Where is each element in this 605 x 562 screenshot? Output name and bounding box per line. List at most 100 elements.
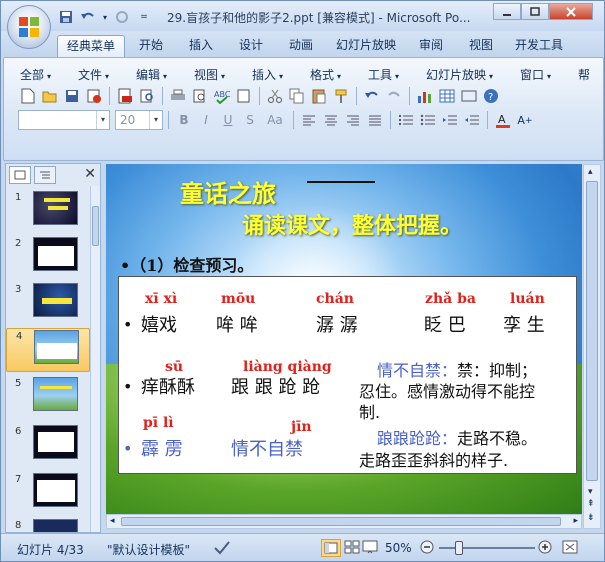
slide-thumbnail[interactable]: 1 [6, 190, 90, 234]
redo-tb-icon[interactable] [384, 86, 404, 106]
minimize-button[interactable] [493, 3, 521, 20]
tab-view[interactable]: 视图 [461, 35, 501, 57]
help-icon[interactable]: ? [481, 86, 501, 106]
zoom-level[interactable]: 50% [385, 541, 412, 555]
change-case-icon[interactable]: Aa [262, 110, 288, 130]
word: 眨 巴 [424, 315, 466, 336]
spell-check-icon[interactable] [213, 539, 231, 558]
tab-developer[interactable]: 开发工具 [509, 35, 569, 57]
font-color-icon[interactable]: A [493, 110, 513, 130]
justify-icon[interactable] [365, 110, 385, 130]
undo-dropdown-icon[interactable]: ▾ [101, 8, 109, 26]
menu-all[interactable]: 全部 ▾ [20, 66, 51, 83]
menu-format[interactable]: 格式 ▾ [310, 66, 341, 83]
align-left-icon[interactable] [299, 110, 319, 130]
normal-view-icon[interactable] [321, 539, 341, 557]
scroll-right-icon[interactable]: ▸ [573, 516, 578, 526]
menu-edit[interactable]: 编辑 ▾ [136, 66, 167, 83]
zoom-slider-thumb[interactable] [455, 541, 463, 555]
copy-icon[interactable] [287, 86, 307, 106]
spelling-icon[interactable]: ABC [212, 86, 232, 106]
zoom-slider-track[interactable] [439, 547, 535, 549]
italic-icon[interactable]: I [196, 110, 216, 130]
menu-view[interactable]: 视图 ▾ [194, 66, 225, 83]
vertical-scrollbar[interactable]: ▴ ▾ ⇞ ⇟ [583, 164, 601, 529]
scroll-thumb[interactable] [121, 517, 561, 526]
chart-icon[interactable] [415, 86, 435, 106]
tab-review[interactable]: 审阅 [411, 35, 451, 57]
slides-pane-scrollbar[interactable] [90, 186, 100, 532]
horizontal-scrollbar[interactable]: ◂ ▸ [106, 514, 582, 529]
slide-thumbnail[interactable]: 6 [6, 424, 90, 468]
print-preview-icon[interactable] [137, 86, 157, 106]
slide-canvas[interactable]: 童话之旅 诵读课文，整体把握。 •（1）检查预习。 xī xì mōu chán… [106, 164, 582, 514]
undo-tb-icon[interactable] [362, 86, 382, 106]
shadow-icon[interactable]: S [240, 110, 260, 130]
menu-tools[interactable]: 工具 ▾ [368, 66, 399, 83]
tab-home[interactable]: 开始 [131, 35, 171, 57]
menu-slideshow[interactable]: 幻灯片放映 ▾ [426, 66, 493, 83]
save-file-icon[interactable] [62, 86, 82, 106]
slide-thumbnail[interactable]: 8 [6, 518, 90, 532]
tab-insert[interactable]: 插入 [181, 35, 221, 57]
close-icon[interactable]: ✕ [84, 166, 96, 182]
increase-font-icon[interactable]: A + [515, 110, 535, 130]
slide-sorter-icon[interactable] [343, 539, 361, 558]
scroll-down-icon[interactable]: ▾ [588, 487, 593, 497]
bold-icon[interactable]: B [174, 110, 194, 130]
pdf-icon[interactable] [115, 86, 135, 106]
format-painter-icon[interactable] [331, 86, 351, 106]
office-button[interactable] [7, 5, 51, 49]
print-icon[interactable] [168, 86, 188, 106]
tab-design[interactable]: 设计 [231, 35, 271, 57]
fit-to-window-icon[interactable] [561, 539, 579, 558]
menu-file[interactable]: 文件 ▾ [78, 66, 109, 83]
menu-help[interactable]: 帮 [578, 66, 590, 83]
paste-icon[interactable] [309, 86, 329, 106]
redo-icon[interactable] [113, 8, 131, 26]
menu-window[interactable]: 窗口 ▾ [520, 66, 551, 83]
slide-thumbnail[interactable]: 3 [6, 282, 90, 326]
tab-animation[interactable]: 动画 [281, 35, 321, 57]
underline-icon[interactable]: U [218, 110, 238, 130]
restore-button[interactable] [521, 3, 549, 20]
save-icon[interactable] [57, 8, 75, 26]
align-right-icon[interactable] [343, 110, 363, 130]
tab-classic-menu[interactable]: 经典菜单 [57, 35, 125, 57]
next-slide-icon[interactable]: ⇟ [587, 513, 595, 523]
menu-insert[interactable]: 插入 ▾ [252, 66, 283, 83]
outdent-icon[interactable] [462, 110, 482, 130]
slide-thumbnail[interactable]: 2 [6, 236, 90, 280]
slideshow-view-icon[interactable] [361, 539, 379, 558]
slides-tab-icon[interactable] [9, 166, 31, 184]
undo-icon[interactable] [79, 8, 97, 26]
table-icon[interactable] [437, 86, 457, 106]
scroll-thumb[interactable] [92, 206, 99, 246]
open-icon[interactable] [40, 86, 60, 106]
scroll-thumb[interactable] [586, 181, 598, 481]
customize-qat-icon[interactable]: = [135, 8, 153, 26]
research-icon[interactable] [234, 86, 254, 106]
zoom-out-icon[interactable] [419, 539, 435, 558]
slide-thumbnail[interactable]: 5 [6, 376, 90, 420]
permission-icon[interactable] [84, 86, 104, 106]
font-name-combo[interactable]: ▾ [18, 110, 110, 130]
insert-icon[interactable] [459, 86, 479, 106]
align-center-icon[interactable] [321, 110, 341, 130]
font-size-combo[interactable]: 20 ▾ [115, 110, 163, 130]
print-preview-2-icon[interactable] [190, 86, 210, 106]
bullets-icon[interactable] [418, 110, 438, 130]
outline-tab-icon[interactable] [34, 166, 56, 184]
zoom-in-icon[interactable] [537, 539, 553, 558]
new-icon[interactable] [18, 86, 38, 106]
prev-slide-icon[interactable]: ⇞ [587, 499, 595, 509]
slide-thumbnail-selected[interactable]: 4 [6, 328, 90, 372]
tab-slideshow[interactable]: 幻灯片放映 [331, 35, 401, 57]
slide-thumbnail[interactable]: 7 [6, 472, 90, 516]
scroll-left-icon[interactable]: ◂ [110, 516, 115, 526]
numbering-icon[interactable] [396, 110, 416, 130]
close-button[interactable] [549, 3, 593, 20]
cut-icon[interactable] [265, 86, 285, 106]
indent-icon[interactable] [440, 110, 460, 130]
scroll-up-icon[interactable]: ▴ [588, 167, 593, 177]
